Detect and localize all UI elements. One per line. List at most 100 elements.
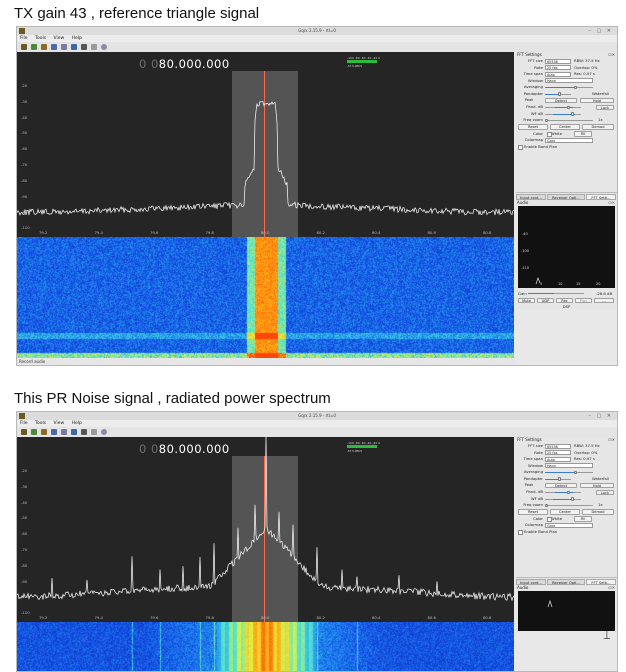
x-axis-label: 79.6 — [150, 230, 159, 235]
menu-file[interactable]: File — [20, 421, 28, 426]
menubar: File Tools View Help — [17, 420, 617, 427]
rate-select[interactable]: 25 fps — [545, 65, 571, 71]
reset-button[interactable]: Reset — [518, 509, 548, 515]
y-axis-label: -40 — [21, 114, 28, 120]
fft-size-select[interactable]: 65536 — [545, 58, 571, 64]
fill-button[interactable]: Fill — [574, 516, 592, 522]
folder-icon[interactable] — [41, 429, 47, 435]
mute-button[interactable]: Mute — [518, 297, 535, 303]
meter-readout: -67.5 dBFS — [347, 64, 363, 68]
x-axis-label: 79.6 — [150, 615, 159, 620]
frequency-display[interactable]: 0 080.000.000 — [139, 442, 230, 456]
x-axis-label: 79.8 — [205, 230, 214, 235]
enable-band-plan-checkbox[interactable]: Enable Band Plan — [516, 144, 617, 151]
window-controls[interactable]: – ▢ ✕ — [588, 27, 613, 35]
demod-button[interactable]: Demod — [582, 509, 614, 515]
network-icon[interactable] — [61, 429, 67, 435]
colormap-select[interactable]: Gqrx — [545, 522, 593, 528]
meter-bar — [347, 445, 377, 448]
freq-zoom-slider[interactable] — [545, 503, 593, 508]
status-bar: Record audio — [17, 358, 514, 365]
open-folder-icon[interactable] — [31, 429, 37, 435]
time-span-select[interactable]: Auto — [545, 456, 571, 462]
power-icon[interactable] — [21, 429, 27, 435]
averaging-slider[interactable] — [545, 470, 593, 475]
pand-wf-split-slider[interactable] — [545, 92, 571, 96]
display-icon[interactable] — [71, 44, 77, 50]
tools-icon[interactable] — [91, 429, 97, 435]
lock-button[interactable]: Lock — [596, 489, 614, 495]
demod-button[interactable]: Demod — [582, 124, 614, 130]
record-icon[interactable] — [81, 44, 87, 50]
rec-button[interactable]: Rec — [556, 297, 573, 303]
audio-options-button[interactable]: ... — [594, 297, 614, 303]
peak-hold-button[interactable]: Hold — [580, 482, 614, 488]
pand-wf-split-slider[interactable] — [545, 477, 571, 481]
waterfall[interactable] — [17, 622, 514, 671]
freq-main-digits: 80.000.000 — [158, 442, 230, 456]
window-title: Gqrx 2.15.9 - rtl=0 — [298, 28, 336, 33]
waterfall[interactable] — [17, 237, 514, 358]
colormap-select[interactable]: Gqrx — [545, 137, 593, 143]
spectrum-plot[interactable]: 0 080.000.000 -100 -80 -60 -40 -20 0 -67… — [17, 437, 514, 622]
menu-file[interactable]: File — [20, 36, 28, 41]
tab-receiver-options[interactable]: Receiver Opti... — [547, 578, 585, 585]
lock-button[interactable]: Lock — [596, 104, 614, 110]
audio-fft-plot — [518, 591, 615, 631]
wf-db-slider[interactable] — [545, 112, 581, 116]
tab-input-controls[interactable]: Input cont... — [516, 193, 546, 200]
peak-hold-button[interactable]: Hold — [580, 97, 614, 103]
power-icon[interactable] — [21, 44, 27, 50]
tab-receiver-options[interactable]: Receiver Opti... — [547, 193, 585, 200]
rate-select[interactable]: 25 fps — [545, 450, 571, 456]
settings-icon[interactable] — [101, 429, 107, 435]
pand-db-slider[interactable] — [545, 105, 581, 110]
menu-view[interactable]: View — [54, 421, 65, 426]
tools-icon[interactable] — [91, 44, 97, 50]
tab-fft-settings[interactable]: FFT Setti... — [586, 578, 616, 585]
folder-icon[interactable] — [41, 44, 47, 50]
averaging-slider[interactable] — [545, 85, 593, 90]
fft-size-select[interactable]: 65536 — [545, 443, 571, 449]
display-icon[interactable] — [71, 429, 77, 435]
menu-tools[interactable]: Tools — [35, 421, 46, 426]
gqrx-window-1: Gqrx 2.15.9 - rtl=0 – ▢ ✕ File Tools Vie… — [16, 26, 618, 366]
y-axis-label: -100 — [21, 209, 30, 215]
menu-view[interactable]: View — [54, 36, 65, 41]
enable-band-plan-checkbox[interactable]: Enable Band Plan — [516, 529, 617, 536]
menu-tools[interactable]: Tools — [35, 36, 46, 41]
network-icon[interactable] — [61, 44, 67, 50]
y-axis-label: -90 — [21, 193, 28, 199]
window-select[interactable]: Hann — [545, 463, 593, 469]
pand-db-slider[interactable] — [545, 490, 581, 495]
freq-zoom-slider[interactable] — [545, 118, 593, 123]
peak-detect-button[interactable]: Detect — [545, 97, 577, 103]
udp-button[interactable]: UDP — [537, 297, 554, 303]
spectrum-plot[interactable]: 0 080.000.000 -100 -80 -60 -40 -20 0 -67… — [17, 52, 514, 237]
center-button[interactable]: Center — [550, 124, 580, 130]
settings-icon[interactable] — [101, 44, 107, 50]
record-icon[interactable] — [81, 429, 87, 435]
play-button[interactable]: Play — [575, 297, 592, 303]
time-span-select[interactable]: Auto — [545, 71, 571, 77]
x-axis-label: 80.4 — [372, 230, 381, 235]
tab-fft-settings[interactable]: FFT Setti... — [586, 193, 616, 200]
x-axis-label: 80.6 — [427, 615, 436, 620]
save-icon[interactable] — [51, 429, 57, 435]
window-controls[interactable]: – ▢ ✕ — [588, 412, 613, 420]
y-axis-label: -70 — [21, 547, 28, 552]
reset-button[interactable]: Reset — [518, 124, 548, 130]
tab-input-controls[interactable]: Input cont... — [516, 578, 546, 585]
menu-help[interactable]: Help — [72, 36, 82, 41]
window-titlebar: Gqrx 2.15.9 - rtl=0 – ▢ ✕ — [17, 27, 617, 35]
audio-gain-slider[interactable] — [528, 293, 584, 294]
open-folder-icon[interactable] — [31, 44, 37, 50]
peak-detect-button[interactable]: Detect — [545, 482, 577, 488]
fill-button[interactable]: Fill — [574, 131, 592, 137]
center-button[interactable]: Center — [550, 509, 580, 515]
wf-db-slider[interactable] — [545, 497, 581, 501]
menu-help[interactable]: Help — [72, 421, 82, 426]
frequency-display[interactable]: 0 080.000.000 — [139, 57, 230, 71]
save-icon[interactable] — [51, 44, 57, 50]
window-select[interactable]: Hann — [545, 78, 593, 84]
